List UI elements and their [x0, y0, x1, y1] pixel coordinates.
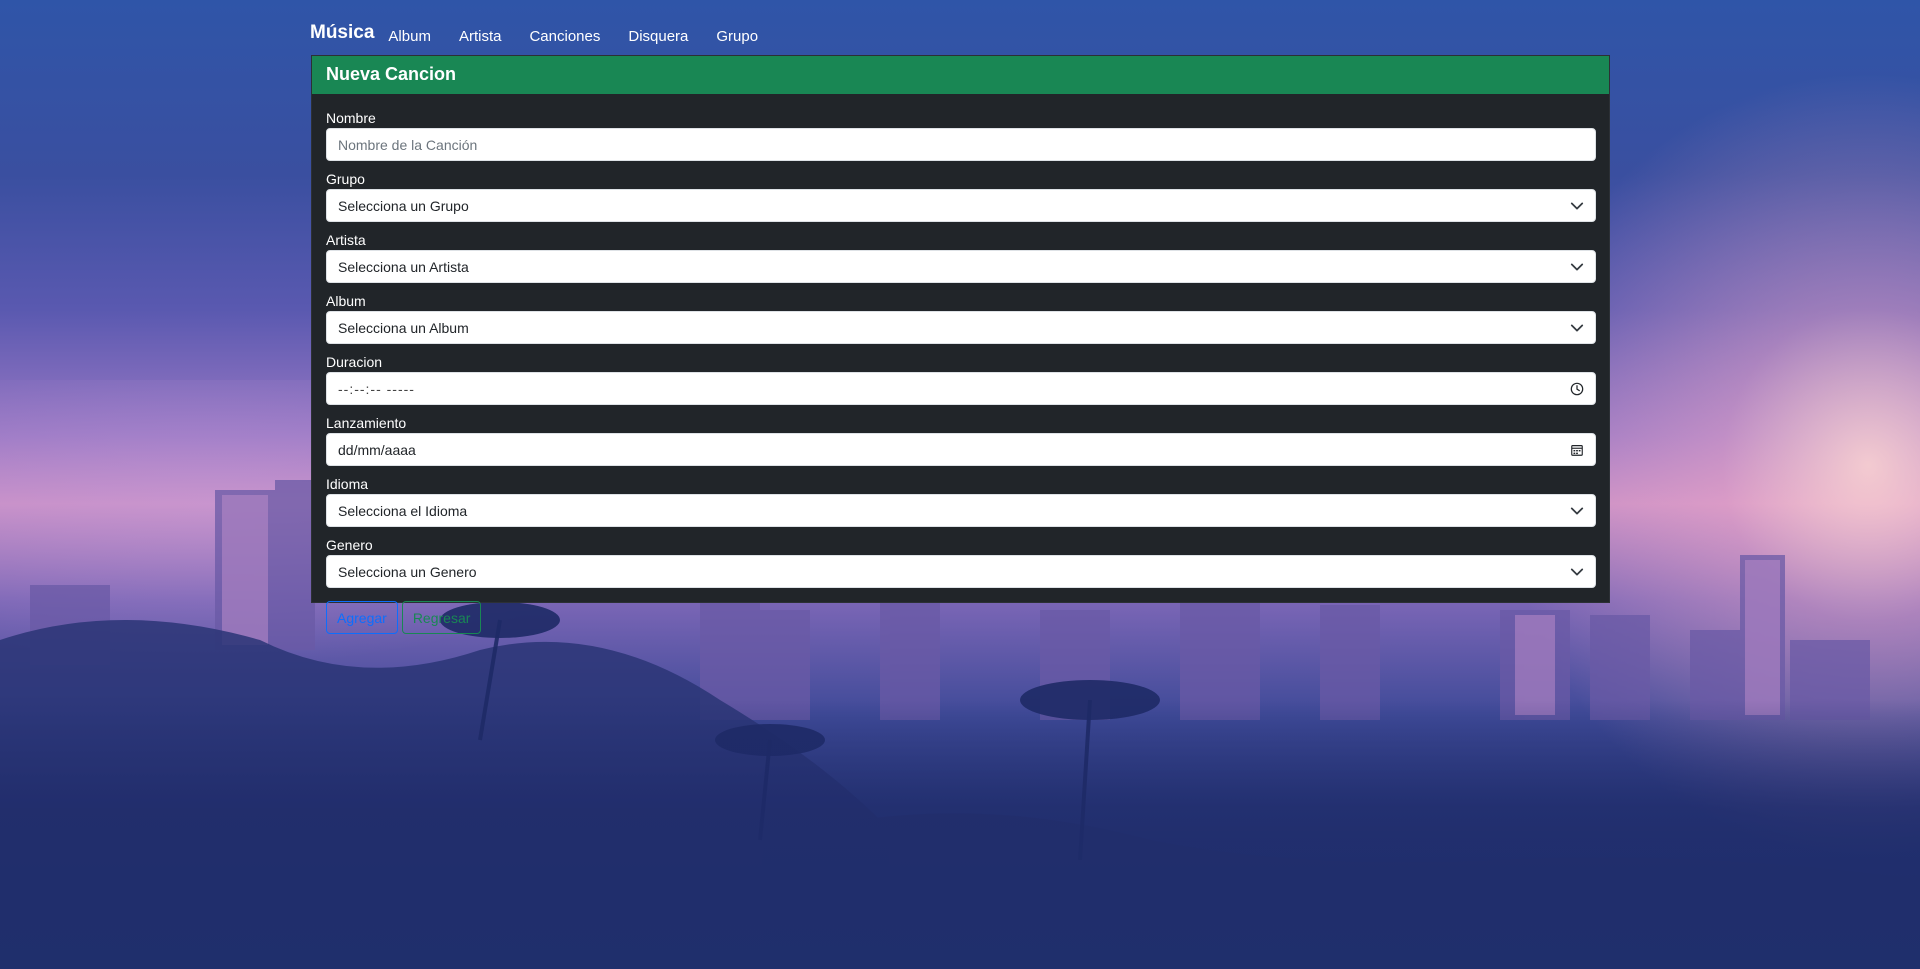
brand-logo[interactable]: Música: [310, 22, 374, 44]
chevron-down-icon: [1570, 263, 1584, 270]
duracion-value: --:--:-- -----: [338, 380, 415, 397]
genero-select[interactable]: Selecciona un Genero: [326, 555, 1596, 588]
background-ground: [0, 700, 1920, 969]
duracion-time-input[interactable]: --:--:-- -----: [326, 372, 1596, 405]
grupo-select-value: Selecciona un Grupo: [338, 197, 469, 214]
album-select[interactable]: Selecciona un Album: [326, 311, 1596, 344]
genero-select-value: Selecciona un Genero: [338, 563, 477, 580]
new-song-form: Nombre Grupo Selecciona un Grupo Artista…: [312, 94, 1609, 634]
agregar-button[interactable]: Agregar: [326, 601, 398, 634]
artista-label: Artista: [326, 232, 366, 248]
artista-select-value: Selecciona un Artista: [338, 258, 469, 275]
album-label: Album: [326, 293, 366, 309]
nav-link-disquera[interactable]: Disquera: [628, 22, 688, 45]
album-select-value: Selecciona un Album: [338, 319, 469, 336]
new-song-card: Nueva Cancion Nombre Grupo Selecciona un…: [311, 55, 1610, 634]
top-navbar: Música Album Artista Canciones Disquera …: [310, 18, 786, 48]
genero-label: Genero: [326, 537, 373, 553]
lanzamiento-label: Lanzamiento: [326, 415, 407, 431]
nav-link-grupo[interactable]: Grupo: [716, 22, 758, 45]
card-title: Nueva Cancion: [312, 56, 1609, 94]
artista-select[interactable]: Selecciona un Artista: [326, 250, 1596, 283]
grupo-label: Grupo: [326, 171, 365, 187]
idioma-label: Idioma: [326, 476, 369, 492]
nav-link-artista[interactable]: Artista: [459, 22, 502, 45]
grupo-select[interactable]: Selecciona un Grupo: [326, 189, 1596, 222]
lanzamiento-date-input[interactable]: dd/mm/aaaa: [326, 433, 1596, 466]
chevron-down-icon: [1570, 324, 1584, 331]
lanzamiento-value: dd/mm/aaaa: [338, 441, 416, 458]
idioma-select-value: Selecciona el Idioma: [338, 502, 468, 519]
nav-link-album[interactable]: Album: [388, 22, 431, 45]
nombre-label: Nombre: [326, 110, 376, 126]
clock-icon[interactable]: [1570, 382, 1584, 396]
chevron-down-icon: [1570, 202, 1584, 209]
nav-link-canciones[interactable]: Canciones: [529, 22, 600, 45]
regresar-button[interactable]: Regresar: [401, 601, 482, 634]
form-actions: Agregar Regresar: [326, 601, 1595, 634]
duracion-label: Duracion: [326, 354, 383, 370]
chevron-down-icon: [1570, 507, 1584, 514]
chevron-down-icon: [1570, 568, 1584, 575]
idioma-select[interactable]: Selecciona el Idioma: [326, 494, 1596, 527]
nombre-input[interactable]: [326, 128, 1596, 161]
calendar-icon[interactable]: [1570, 443, 1584, 457]
